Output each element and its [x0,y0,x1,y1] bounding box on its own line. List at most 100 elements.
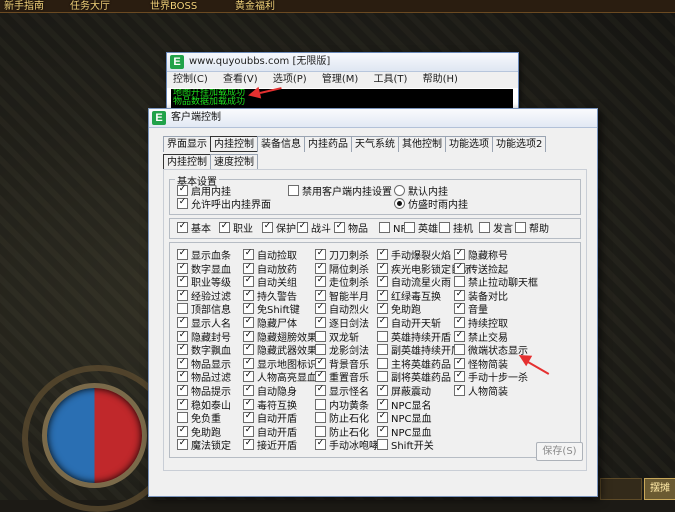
checkbox-box[interactable] [243,357,254,369]
checkbox-box[interactable] [177,425,188,437]
filter-3[interactable]: 战斗 [297,222,331,236]
tab-6[interactable]: 功能选项 [445,136,493,152]
checkbox-box[interactable] [479,222,490,233]
checkbox-box[interactable] [377,303,388,315]
checkbox-box[interactable] [243,330,254,342]
checkbox-box[interactable] [377,385,388,396]
checkbox-box[interactable] [377,412,388,424]
filter-1[interactable]: 职业 [219,222,253,236]
checkbox-box[interactable] [315,398,326,410]
option-c1-r12[interactable]: 自动开盾 [243,412,315,426]
checkbox-box[interactable] [177,289,188,301]
option-c3-r1[interactable]: 疾光电影锁定目标 [377,262,471,277]
option-c4-r4[interactable]: 音量 [454,303,526,317]
checkbox-box[interactable] [454,249,465,260]
tab-2[interactable]: 装备信息 [257,136,305,152]
filter-6[interactable]: 英雄 [404,222,438,236]
checkbox-box[interactable] [377,317,388,328]
menu-tools[interactable]: 工具(T) [373,74,407,85]
radio-circle[interactable] [394,198,405,209]
option-c1-r13[interactable]: 自动开盾 [243,425,315,440]
option-c4-r1[interactable]: 传送捡起 [454,262,526,277]
option-c3-r14[interactable]: Shift开关 [377,439,449,453]
checkbox-box[interactable] [297,222,308,233]
checkbox-box[interactable] [315,249,326,260]
menu-control[interactable]: 控制(C) [173,74,208,85]
option-c3-r13[interactable]: NPC显血 [377,425,449,440]
option-c4-r10[interactable]: 人物简装 [454,385,526,399]
checkbox-box[interactable] [177,198,188,209]
checkbox-box[interactable] [288,185,299,196]
checkbox-box[interactable] [315,412,326,424]
radio-circle[interactable] [394,185,405,196]
option-c1-r14[interactable]: 接近开盾 [243,439,315,453]
checkbox-box[interactable] [515,222,526,233]
option-c0-r10[interactable]: 物品提示 [177,385,249,399]
stall-button[interactable]: 摆摊 [644,478,675,500]
checkbox-box[interactable] [454,289,465,301]
disable-client-checkbox[interactable]: 禁用客户端内挂设置 [288,185,392,199]
checkbox-box[interactable] [177,439,188,451]
menu-view[interactable]: 查看(V) [223,74,258,85]
top-link-welfare[interactable]: 黄金福利 [235,0,275,12]
checkbox-box[interactable] [454,276,465,288]
menu-options[interactable]: 选项(P) [273,74,307,85]
option-c4-r0[interactable]: 隐藏称号 [454,249,526,263]
checkbox-box[interactable] [243,249,254,260]
checkbox-box[interactable] [377,262,388,274]
checkbox-box[interactable] [243,262,254,274]
checkbox-box[interactable] [377,276,388,288]
tab-5[interactable]: 其他控制 [398,136,446,152]
filter-8[interactable]: 发言 [479,222,513,236]
menu-help[interactable]: 帮助(H) [423,74,458,85]
option-c3-r0[interactable]: 手动爆裂火焰 [377,249,451,263]
checkbox-box[interactable] [243,289,254,301]
tab-1[interactable]: 内挂控制 [210,136,258,152]
option-c4-r5[interactable]: 持续控取 [454,317,526,331]
checkbox-box[interactable] [177,330,188,342]
radio-default-plugin[interactable]: 默认内挂 [394,185,448,199]
checkbox-box[interactable] [177,222,188,233]
checkbox-box[interactable] [243,385,254,396]
checkbox-box[interactable] [262,222,273,233]
option-c0-r9[interactable]: 物品过滤 [177,371,249,385]
checkbox-box[interactable] [454,357,465,369]
checkbox-box[interactable] [177,398,188,410]
option-c1-r10[interactable]: 自动隐身 [243,385,315,399]
option-c0-r8[interactable]: 物品显示 [177,357,249,372]
checkbox-box[interactable] [315,371,326,383]
checkbox-box[interactable] [454,330,465,342]
checkbox-box[interactable] [454,371,465,383]
subtab-0[interactable]: 内挂控制 [163,154,211,170]
checkbox-box[interactable] [315,344,326,356]
checkbox-box[interactable] [177,262,188,274]
option-c0-r0[interactable]: 显示血条 [177,249,249,263]
checkbox-box[interactable] [243,439,254,451]
radio-shengchu-plugin[interactable]: 仿盛时雨内挂 [394,198,468,212]
option-c1-r2[interactable]: 自动关组 [243,276,315,290]
checkbox-box[interactable] [315,262,326,274]
option-c4-r2[interactable]: 禁止拉动聊天框 [454,276,538,290]
checkbox-box[interactable] [243,425,254,437]
checkbox-box[interactable] [177,303,188,315]
checkbox-box[interactable] [454,317,465,328]
option-c0-r3[interactable]: 经验过滤 [177,289,249,304]
option-c3-r10[interactable]: 屏蔽震动 [377,385,449,399]
checkbox-box[interactable] [177,344,188,356]
option-c4-r6[interactable]: 禁止交易 [454,330,526,345]
checkbox-box[interactable] [315,330,326,342]
top-link-guide[interactable]: 新手指南 [4,0,44,12]
checkbox-box[interactable] [243,371,254,383]
checkbox-box[interactable] [379,222,390,233]
filter-0[interactable]: 基本 [177,222,211,236]
option-c0-r12[interactable]: 免负重 [177,412,249,426]
checkbox-box[interactable] [377,289,388,301]
checkbox-box[interactable] [315,303,326,315]
checkbox-box[interactable] [177,276,188,288]
checkbox-box[interactable] [377,439,388,451]
tab-0[interactable]: 界面显示 [163,136,211,152]
option-c3-r9[interactable]: 副将英雄药品 [377,371,451,385]
option-c1-r8[interactable]: 显示地图标识 [243,357,317,372]
checkbox-box[interactable] [377,330,388,342]
checkbox-box[interactable] [243,276,254,288]
